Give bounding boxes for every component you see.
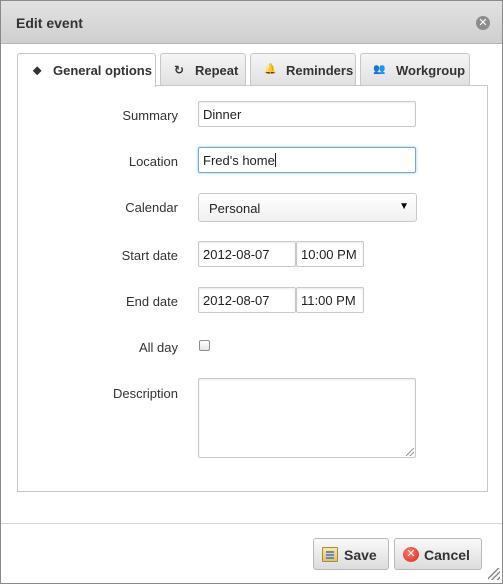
start-date-input[interactable]: 2012-08-07 bbox=[198, 241, 296, 267]
footer-divider bbox=[1, 523, 502, 524]
tab-workgroup[interactable]: 👥 Workgroup bbox=[360, 53, 470, 86]
save-icon bbox=[322, 547, 338, 562]
start-date-label: Start date bbox=[121, 248, 178, 263]
tab-general-options[interactable]: ⬥ General options bbox=[17, 53, 156, 87]
calendar-selected-value: Personal bbox=[209, 201, 261, 216]
summary-label: Summary bbox=[122, 108, 178, 123]
tab-label: Workgroup bbox=[396, 63, 466, 78]
bell-icon: 🔔 bbox=[264, 64, 277, 75]
summary-input[interactable]: Dinner bbox=[198, 101, 416, 127]
edit-event-dialog: Edit event ✕ ⬥ General options ↻ Repeat … bbox=[0, 0, 503, 584]
tab-label: Reminders bbox=[286, 63, 354, 78]
end-date-label: End date bbox=[125, 294, 178, 309]
end-date-input[interactable]: 2012-08-07 bbox=[198, 287, 296, 313]
all-day-label: All day bbox=[138, 340, 178, 355]
tag-icon: ⬥ bbox=[33, 63, 42, 77]
cancel-button-label: Cancel bbox=[424, 547, 470, 563]
tab-reminders[interactable]: 🔔 Reminders bbox=[250, 53, 356, 86]
start-time-input[interactable]: 10:00 PM bbox=[296, 241, 364, 267]
chevron-down-icon: ▼ bbox=[399, 201, 409, 212]
close-icon[interactable]: ✕ bbox=[476, 16, 490, 30]
refresh-icon: ↻ bbox=[174, 63, 185, 77]
dialog-resize-handle[interactable] bbox=[488, 568, 500, 580]
textarea-resize-grip[interactable] bbox=[406, 448, 414, 456]
text-caret bbox=[274, 153, 276, 167]
dialog-titlebar[interactable]: Edit event ✕ bbox=[1, 1, 502, 44]
tab-label: General options bbox=[53, 63, 152, 78]
group-icon: 👥 bbox=[373, 64, 386, 75]
tab-repeat[interactable]: ↻ Repeat bbox=[160, 53, 246, 86]
calendar-label: Calendar bbox=[125, 200, 178, 215]
all-day-checkbox[interactable] bbox=[199, 340, 210, 351]
calendar-select[interactable]: Personal ▼ bbox=[198, 193, 417, 222]
tab-label: Repeat bbox=[195, 63, 239, 78]
cancel-button[interactable]: ✕ Cancel bbox=[394, 538, 482, 570]
description-label: Description bbox=[112, 386, 178, 401]
end-time-input[interactable]: 11:00 PM bbox=[296, 287, 364, 313]
location-label: Location bbox=[128, 154, 178, 169]
save-button-label: Save bbox=[344, 547, 377, 563]
location-input[interactable]: Fred's home bbox=[198, 147, 416, 173]
dialog-title: Edit event bbox=[16, 15, 83, 31]
save-button[interactable]: Save bbox=[313, 538, 389, 570]
cancel-icon: ✕ bbox=[403, 547, 419, 562]
description-textarea[interactable] bbox=[198, 378, 416, 458]
location-value: Fred's home bbox=[203, 153, 275, 168]
